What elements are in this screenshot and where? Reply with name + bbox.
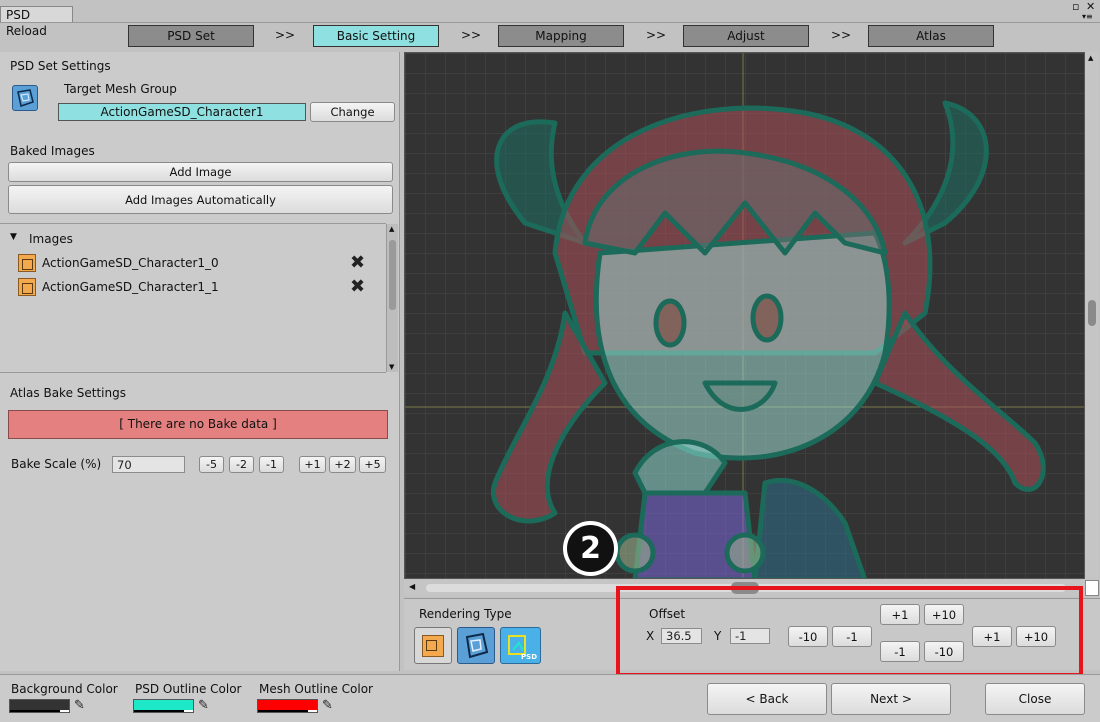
corner-box	[1085, 580, 1099, 596]
step-basic-setting[interactable]: Basic Setting	[313, 25, 439, 47]
list-scrollbar[interactable]: ▲ ▼	[386, 224, 398, 372]
step-psd-set[interactable]: PSD Set	[128, 25, 254, 47]
step-marker-badge: 2	[563, 521, 618, 576]
image-file-icon	[18, 254, 36, 272]
image-file-icon	[18, 278, 36, 296]
rendering-baked-button[interactable]	[414, 627, 452, 664]
image-name: ActionGameSD_Character1_1	[42, 280, 219, 294]
eyedropper-icon[interactable]: ✎	[198, 698, 209, 713]
psd-set-settings-title: PSD Set Settings	[10, 59, 111, 73]
close-button[interactable]: Close	[985, 683, 1085, 715]
mesh-icon	[465, 632, 489, 659]
bake-scale-input[interactable]: 70	[112, 456, 185, 473]
next-button[interactable]: Next >	[831, 683, 951, 715]
scale-minus-1-button[interactable]: -1	[259, 456, 284, 473]
change-button[interactable]: Change	[310, 102, 395, 122]
no-bake-data-banner: [ There are no Bake data ]	[8, 410, 388, 439]
target-mesh-group-label: Target Mesh Group	[64, 82, 177, 96]
menu-icon[interactable]: ▾≡	[1082, 12, 1093, 21]
mesh-outline-color-label: Mesh Outline Color	[259, 682, 373, 696]
rendering-mesh-button[interactable]	[457, 627, 495, 664]
step-atlas[interactable]: Atlas	[868, 25, 994, 47]
maximize-icon[interactable]: ▫	[1072, 0, 1079, 13]
add-images-automatically-button[interactable]: Add Images Automatically	[8, 185, 393, 214]
rendering-type-label: Rendering Type	[419, 607, 512, 621]
back-button[interactable]: < Back	[707, 683, 827, 715]
step-arrow: >>	[461, 28, 482, 42]
list-item[interactable]: ActionGameSD_Character1_0	[18, 254, 219, 272]
baked-images-title: Baked Images	[10, 144, 95, 158]
psd-outline-color-label: PSD Outline Color	[135, 682, 242, 696]
psd-outline-color-swatch[interactable]	[133, 699, 194, 713]
mesh-outline-color-swatch[interactable]	[257, 699, 318, 713]
target-mesh-group-value: ActionGameSD_Character1	[58, 103, 306, 121]
window-tab[interactable]: PSD Reload	[0, 6, 73, 38]
atlas-bake-settings-title: Atlas Bake Settings	[10, 386, 126, 400]
scale-minus-5-button[interactable]: -5	[199, 456, 224, 473]
step-adjust[interactable]: Adjust	[683, 25, 809, 47]
preview-viewport[interactable]	[404, 52, 1085, 579]
list-item[interactable]: ActionGameSD_Character1_1	[18, 278, 219, 296]
scale-plus-5-button[interactable]: +5	[359, 456, 386, 473]
step-arrow: >>	[646, 28, 667, 42]
scale-plus-1-button[interactable]: +1	[299, 456, 326, 473]
eyedropper-icon[interactable]: ✎	[322, 698, 333, 713]
remove-icon[interactable]: ✖	[350, 276, 365, 297]
collapse-triangle-icon[interactable]: ▼	[10, 232, 17, 242]
step-arrow: >>	[831, 28, 852, 42]
remove-icon[interactable]: ✖	[350, 252, 365, 273]
step-mapping[interactable]: Mapping	[498, 25, 624, 47]
mesh-group-icon	[12, 85, 38, 111]
images-header: Images	[29, 232, 73, 246]
image-name: ActionGameSD_Character1_0	[42, 256, 219, 270]
background-color-label: Background Color	[11, 682, 118, 696]
psd-badge: PSD	[521, 653, 537, 661]
step-arrow: >>	[275, 28, 296, 42]
add-image-button[interactable]: Add Image	[8, 162, 393, 182]
rendering-psd-button[interactable]: PSD	[500, 627, 541, 664]
bake-scale-label: Bake Scale (%)	[11, 457, 102, 471]
scale-plus-2-button[interactable]: +2	[329, 456, 356, 473]
eyedropper-icon[interactable]: ✎	[74, 698, 85, 713]
scale-minus-2-button[interactable]: -2	[229, 456, 254, 473]
title-divider	[0, 22, 1100, 23]
offset-highlight-box	[616, 586, 1083, 677]
viewport-v-scrollbar[interactable]: ▲	[1085, 52, 1099, 579]
image-file-icon	[422, 634, 444, 657]
background-color-swatch[interactable]	[9, 699, 70, 713]
